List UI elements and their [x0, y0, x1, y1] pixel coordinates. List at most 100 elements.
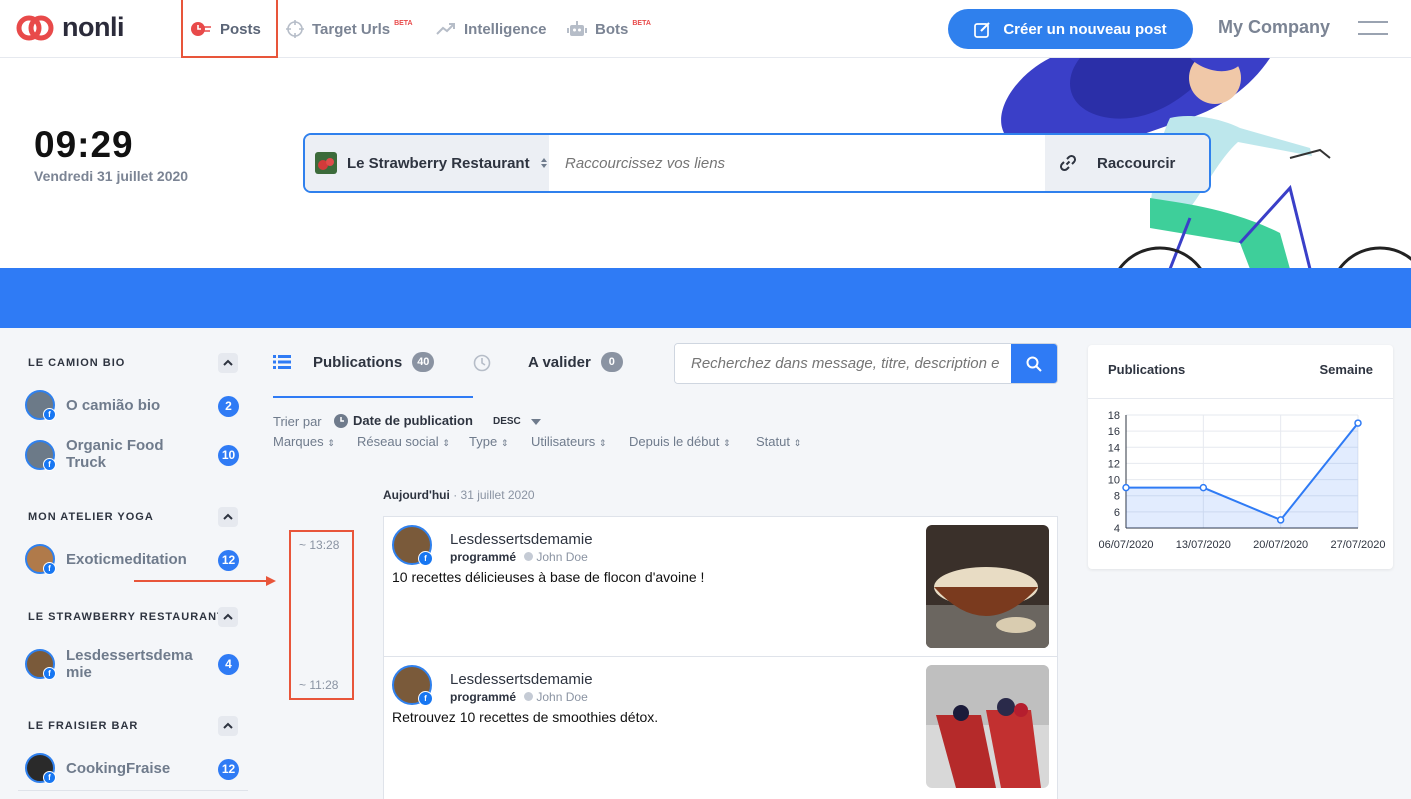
- create-post-button[interactable]: Créer un nouveau post: [948, 9, 1193, 49]
- data-point: [1276, 516, 1285, 524]
- nav-intelligence[interactable]: Intelligence: [436, 0, 547, 58]
- sidebar-item-exoticmeditation[interactable]: f: [25, 544, 56, 575]
- avatar: f: [25, 753, 56, 784]
- filter-since[interactable]: Depuis le début ⇕: [629, 434, 731, 449]
- url-input[interactable]: [549, 135, 1045, 191]
- publications-line-chart: 4 6 8 10 12 14 16 18 06/07/2020 13/07/2020 20/07/2…: [1098, 410, 1385, 551]
- y-tick-label: 6: [1114, 507, 1120, 519]
- sidebar-item-label[interactable]: Exoticmeditation: [66, 551, 187, 568]
- divider: [18, 790, 248, 791]
- post-image: [926, 665, 1049, 788]
- y-tick-label: 18: [1108, 410, 1120, 422]
- shorten-button[interactable]: Raccourcir: [1045, 135, 1209, 191]
- nonli-logo[interactable]: nonli: [16, 12, 124, 43]
- day-header: Aujourd'hui · 31 juillet 2020: [383, 488, 535, 502]
- sidebar-item-label[interactable]: O camião bio: [66, 397, 160, 414]
- link-shortener: Le Strawberry Restaurant Raccourcir: [303, 133, 1211, 193]
- logo-icon: [16, 15, 54, 40]
- sort-by-label: Trier par: [273, 414, 322, 429]
- collapse-chevron-icon[interactable]: [218, 607, 238, 627]
- tab-validate[interactable]: A valider 0: [528, 352, 623, 372]
- nav-bots-label: Bots: [595, 20, 629, 38]
- brand-select[interactable]: Le Strawberry Restaurant: [305, 135, 549, 191]
- clock-time: 09:29: [34, 124, 134, 165]
- sidebar-item-cookingfraise[interactable]: f: [25, 753, 56, 784]
- count-badge: 10: [218, 445, 239, 466]
- facebook-icon: f: [43, 771, 56, 784]
- count-badge: 2: [218, 396, 239, 417]
- search-icon: [1026, 356, 1042, 372]
- nav-posts[interactable]: Posts: [190, 0, 261, 58]
- link-icon: [1059, 154, 1077, 172]
- series-area: [1126, 423, 1358, 528]
- user-icon: [524, 692, 534, 701]
- blue-banner: [0, 268, 1411, 328]
- avatar: f: [25, 390, 56, 421]
- company-menu[interactable]: My Company: [1218, 17, 1330, 38]
- nav-target-urls[interactable]: Target Urls BETA: [286, 0, 413, 58]
- group-title: MON ATELIER YOGA: [28, 511, 154, 523]
- hero-section: 09:29 Vendredi 31 juillet 2020 Le Strawb…: [0, 58, 1411, 269]
- x-tick-label: 20/07/2020: [1253, 539, 1308, 551]
- data-point: [1354, 419, 1362, 427]
- sidebar-item-label[interactable]: Organic Food Truck: [66, 437, 201, 471]
- publications-stats-panel: Publications Semaine 4 6 8 10 12 14 16 18 06/07/…: [1088, 345, 1393, 569]
- nav-intelligence-label: Intelligence: [464, 20, 547, 38]
- post-status: programmé John Doe: [450, 690, 588, 704]
- tab-publications[interactable]: Publications 40: [273, 352, 435, 372]
- post-search: [674, 343, 1058, 384]
- post-author: Lesdessertsdemamie: [450, 671, 593, 688]
- data-point: [1122, 483, 1130, 492]
- filter-users[interactable]: Utilisateurs ⇕: [531, 434, 606, 449]
- post-message: Retrouvez 10 recettes de smoothies détox…: [392, 709, 659, 725]
- sort-field-select[interactable]: Date de publication: [334, 413, 473, 428]
- sidebar-item-label[interactable]: CookingFraise: [66, 760, 170, 777]
- filter-status[interactable]: Statut ⇕: [756, 434, 801, 449]
- search-input[interactable]: [675, 344, 1011, 383]
- sidebar-item-label[interactable]: Lesdessertsdemamie: [66, 647, 206, 681]
- data-point: [1199, 483, 1208, 492]
- caret-down-icon: [530, 418, 541, 425]
- count-badge: 12: [218, 550, 239, 571]
- avatar: f: [25, 544, 56, 575]
- filter-type[interactable]: Type ⇕: [469, 434, 508, 449]
- tab-publications-label: Publications: [313, 353, 403, 371]
- user-icon: [524, 552, 534, 561]
- post-card[interactable]: f Lesdessertsdemamie programmé John Doe …: [383, 516, 1058, 657]
- sort-order-select[interactable]: DESC: [493, 416, 541, 427]
- publications-count-badge: 40: [412, 352, 435, 372]
- nav-bots[interactable]: Bots BETA: [567, 0, 651, 58]
- count-badge: 12: [218, 759, 239, 780]
- posts-clock-icon: [191, 22, 211, 36]
- y-tick-label: 4: [1114, 523, 1120, 535]
- sidebar-item-lesdessertsdemamie[interactable]: f: [25, 649, 56, 680]
- avatar: f: [392, 525, 433, 566]
- post-time: ~ 11:28: [299, 678, 339, 692]
- facebook-icon: f: [43, 408, 56, 421]
- collapse-chevron-icon[interactable]: [218, 507, 238, 527]
- post-author: Lesdessertsdemamie: [450, 531, 593, 548]
- search-button[interactable]: [1011, 344, 1057, 383]
- filter-brands[interactable]: Marques ⇕: [273, 434, 335, 449]
- nav-target-urls-label: Target Urls: [312, 20, 391, 38]
- facebook-icon: f: [43, 562, 56, 575]
- validate-count-badge: 0: [600, 352, 623, 372]
- collapse-chevron-icon[interactable]: [218, 716, 238, 736]
- sort-field-label: Date de publication: [353, 413, 473, 428]
- filter-social-network[interactable]: Réseau social ⇕: [357, 434, 450, 449]
- post-image: [926, 525, 1049, 648]
- sidebar-item-o-camiao-bio[interactable]: f: [25, 390, 56, 421]
- y-tick-label: 8: [1114, 491, 1120, 503]
- collapse-chevron-icon[interactable]: [218, 353, 238, 373]
- robot-icon: [567, 21, 587, 36]
- post-card[interactable]: f Lesdessertsdemamie programmé John Doe …: [383, 656, 1058, 799]
- sort-order-label: DESC: [493, 416, 521, 427]
- sidebar-item-organic-food-truck[interactable]: f: [25, 440, 56, 471]
- active-tab-underline: [273, 396, 473, 398]
- history-icon[interactable]: [472, 353, 492, 373]
- beta-badge: BETA: [394, 19, 413, 27]
- x-tick-label: 06/07/2020: [1098, 539, 1153, 551]
- x-tick-label: 13/07/2020: [1176, 539, 1231, 551]
- avatar: f: [25, 649, 56, 680]
- hamburger-menu-icon[interactable]: [1358, 19, 1388, 37]
